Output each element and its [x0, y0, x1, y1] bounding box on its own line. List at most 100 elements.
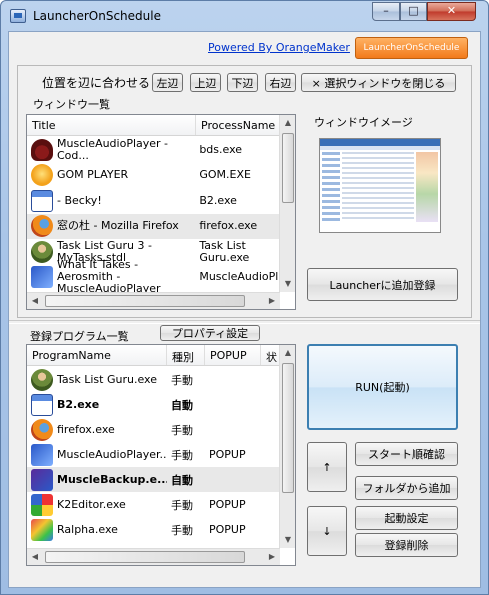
- cube-icon: [31, 468, 53, 491]
- scroll-left-icon[interactable]: ◀: [27, 549, 43, 565]
- move-down-button[interactable]: ↓: [307, 506, 347, 556]
- window-list-hscroll[interactable]: ◀ ▶: [27, 292, 280, 309]
- add-from-folder-button[interactable]: フォルダから追加: [355, 476, 458, 500]
- launch-settings-button[interactable]: 起動設定: [355, 506, 458, 530]
- move-up-button[interactable]: ↑: [307, 442, 347, 492]
- window-list-row[interactable]: What It Takes - Aerosmith - MuscleAudioP…: [27, 259, 279, 295]
- column-status[interactable]: 状: [261, 345, 280, 365]
- powered-by-link[interactable]: Powered By OrangeMaker: [208, 41, 350, 54]
- popup-cell: POPUP: [209, 523, 246, 536]
- align-label: 位置を辺に合わせる: [42, 76, 151, 90]
- close-button[interactable]: ✕: [427, 2, 476, 21]
- column-type[interactable]: 種別: [167, 345, 205, 365]
- preview-label: ウィンドウイメージ: [314, 116, 413, 129]
- window-list-label: ウィンドウ一覧: [33, 98, 110, 111]
- program-name-cell: Ralpha.exe: [27, 518, 167, 541]
- hscroll-thumb[interactable]: [45, 295, 245, 307]
- start-order-button[interactable]: スタート順確認: [355, 442, 458, 466]
- window-title-cell: What It Takes - Aerosmith - MuscleAudioP…: [27, 259, 195, 295]
- window-list-row[interactable]: MuscleAudioPlayer - Cod... bds.exe: [27, 137, 279, 162]
- run-button[interactable]: RUN(起動): [307, 344, 458, 430]
- section-divider: [9, 320, 480, 324]
- program-name-text: K2Editor.exe: [57, 498, 126, 511]
- program-name-cell: Task List Guru.exe: [27, 368, 167, 391]
- guru-icon: [31, 368, 53, 391]
- close-selected-window-button[interactable]: × 選択ウィンドウを閉じる: [301, 73, 456, 92]
- program-name-text: MuscleAudioPlayer....: [57, 448, 167, 461]
- window-list-row[interactable]: - Becky! B2.exe: [27, 188, 279, 213]
- registered-program-row[interactable]: Ralpha.exe 手動 POPUP: [27, 517, 279, 542]
- helmet-icon: [31, 138, 53, 161]
- type-cell: 手動: [171, 498, 193, 512]
- scroll-left-icon[interactable]: ◀: [27, 293, 43, 309]
- scroll-down-icon[interactable]: ▼: [280, 532, 295, 548]
- window-list-row[interactable]: GOM PLAYER GOM.EXE: [27, 163, 279, 188]
- registered-program-row[interactable]: firefox.exe 手動: [27, 417, 279, 442]
- window-title-cell: GOM PLAYER: [27, 164, 195, 186]
- title-bar[interactable]: LauncherOnSchedule – □ ✕: [1, 1, 488, 31]
- column-programname[interactable]: ProgramName: [27, 345, 167, 365]
- minimize-button[interactable]: –: [372, 2, 400, 21]
- hscroll-thumb[interactable]: [45, 551, 245, 563]
- align-left-button[interactable]: 左辺: [152, 73, 183, 92]
- scroll-right-icon[interactable]: ▶: [264, 549, 280, 565]
- registered-program-row[interactable]: MuscleAudioPlayer.... 手動 POPUP: [27, 442, 279, 467]
- gom-icon: [31, 164, 53, 186]
- maximize-button[interactable]: □: [400, 2, 427, 21]
- scroll-right-icon[interactable]: ▶: [264, 293, 280, 309]
- registered-program-row[interactable]: B2.exe 自動: [27, 392, 279, 417]
- popup-cell: POPUP: [209, 448, 246, 461]
- column-popup[interactable]: POPUP: [205, 345, 261, 365]
- becky-icon: [31, 393, 53, 416]
- program-name-cell: MuscleBackup.e...: [27, 468, 167, 491]
- align-right-button[interactable]: 右辺: [265, 73, 296, 92]
- vscroll-thumb[interactable]: [282, 363, 294, 493]
- program-name-text: firefox.exe: [57, 423, 115, 436]
- type-cell: 自動: [171, 473, 193, 487]
- window-title-text: What It Takes - Aerosmith - MuscleAudioP…: [57, 259, 161, 295]
- window-list[interactable]: Title ProcessName MuscleAudioPlayer - Co…: [26, 114, 296, 310]
- firefox-icon: [31, 418, 53, 441]
- program-name-text: Ralpha.exe: [57, 523, 118, 536]
- align-bottom-button[interactable]: 下辺: [227, 73, 258, 92]
- window-title-cell: MuscleAudioPlayer - Cod...: [27, 138, 195, 162]
- scroll-up-icon[interactable]: ▲: [280, 345, 295, 361]
- properties-button[interactable]: プロパティ設定: [160, 325, 260, 341]
- registered-list-header: ProgramName 種別 POPUP 状: [27, 345, 280, 366]
- type-cell: 自動: [171, 398, 193, 412]
- window-list-vscroll[interactable]: ▲ ▼: [279, 115, 295, 292]
- program-name-text: B2.exe: [57, 398, 100, 411]
- scroll-up-icon[interactable]: ▲: [280, 115, 295, 131]
- column-title[interactable]: Title: [27, 115, 196, 135]
- column-processname[interactable]: ProcessName: [196, 115, 280, 135]
- registered-program-row[interactable]: K2Editor.exe 手動 POPUP: [27, 492, 279, 517]
- program-name-cell: firefox.exe: [27, 418, 167, 441]
- window-list-row[interactable]: 窓の杜 - Mozilla Firefox firefox.exe: [27, 213, 279, 239]
- window-title-text: MuscleAudioPlayer - Cod...: [57, 137, 169, 162]
- type-cell: 手動: [171, 523, 193, 537]
- k2-icon: [31, 493, 53, 516]
- client-area: Powered By OrangeMaker LauncherOnSchedul…: [8, 31, 481, 588]
- add-to-launcher-button[interactable]: Launcherに追加登録: [307, 268, 458, 301]
- firefox-icon: [31, 215, 53, 237]
- window-title: LauncherOnSchedule: [33, 9, 161, 23]
- align-top-button[interactable]: 上辺: [190, 73, 221, 92]
- registered-program-list[interactable]: ProgramName 種別 POPUP 状 Task List Guru.ex…: [26, 344, 296, 566]
- program-name-cell: MuscleAudioPlayer....: [27, 443, 167, 466]
- music-icon: [31, 443, 53, 466]
- window-title-text: 窓の杜 - Mozilla Firefox: [57, 219, 179, 232]
- music-icon: [31, 266, 53, 288]
- registered-program-row[interactable]: Task List Guru.exe 手動: [27, 367, 279, 392]
- process-name-cell: B2.exe: [199, 194, 237, 207]
- registered-program-row[interactable]: MuscleBackup.e... 自動: [27, 467, 279, 492]
- vscroll-thumb[interactable]: [282, 133, 294, 203]
- scroll-down-icon[interactable]: ▼: [280, 276, 295, 292]
- registered-list-vscroll[interactable]: ▲ ▼: [279, 345, 295, 548]
- window-title-cell: - Becky!: [27, 189, 195, 212]
- brand-button[interactable]: LauncherOnSchedule: [355, 37, 468, 59]
- window-preview-image: [319, 138, 441, 233]
- window-title-cell: 窓の杜 - Mozilla Firefox: [27, 215, 195, 237]
- delete-registration-button[interactable]: 登録削除: [355, 533, 458, 557]
- becky-icon: [31, 189, 53, 212]
- registered-list-hscroll[interactable]: ◀ ▶: [27, 548, 280, 565]
